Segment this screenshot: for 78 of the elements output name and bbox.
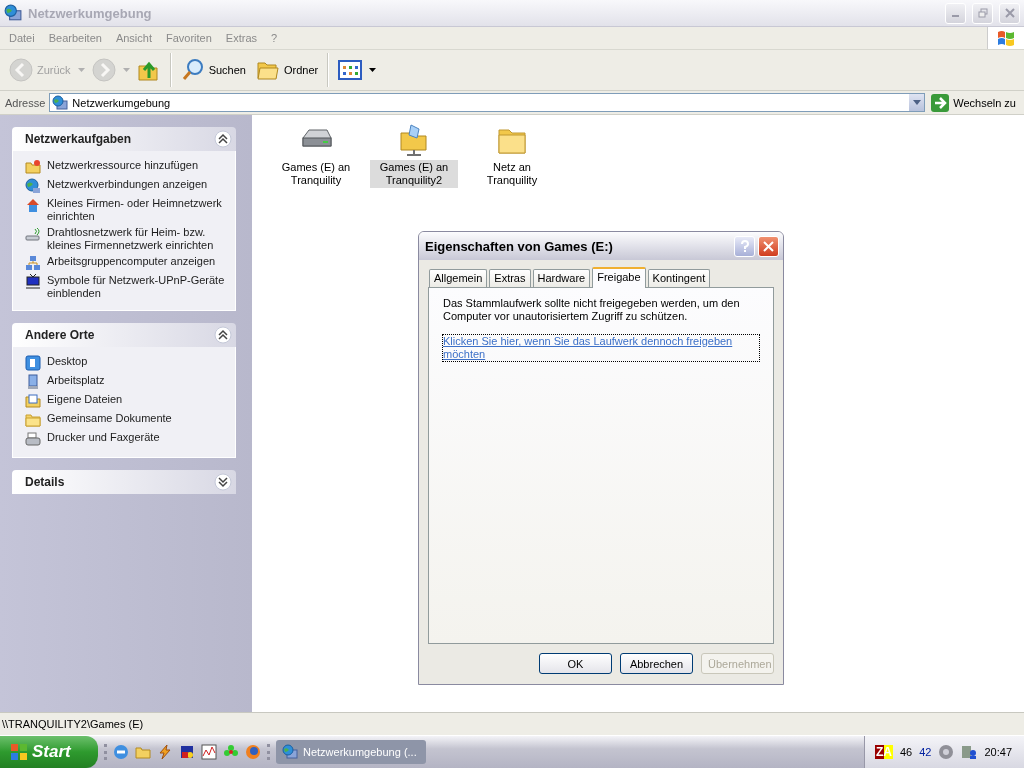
tab[interactable]: Allgemein bbox=[429, 269, 488, 287]
panel-title: Andere Orte bbox=[25, 328, 95, 342]
address-field[interactable]: Netzwerkumgebung bbox=[49, 93, 926, 112]
task-link[interactable]: Arbeitsgruppencomputer anzeigen bbox=[47, 255, 216, 268]
window-title: Netzwerkumgebung bbox=[28, 5, 153, 21]
close-icon bbox=[1004, 8, 1015, 18]
address-label: Adresse bbox=[5, 96, 46, 109]
tab[interactable]: Extras bbox=[489, 269, 531, 287]
desktop-icon bbox=[25, 355, 41, 371]
folder-icon bbox=[25, 159, 41, 175]
folder-icon bbox=[25, 412, 41, 428]
arrow-icon bbox=[931, 93, 950, 112]
help-icon bbox=[739, 239, 750, 253]
collapse-chevron-icon[interactable] bbox=[214, 130, 232, 148]
warning-text: Das Stammlaufwerk sollte nicht freigegeben werden, um den Computer vor unautorisiertem Zugriff zu schützen. bbox=[443, 297, 741, 323]
lightning-icon[interactable] bbox=[157, 744, 173, 760]
task-link[interactable]: Netzwerkverbindungen anzeigen bbox=[47, 178, 208, 191]
minimize-button[interactable] bbox=[945, 2, 966, 24]
close-button[interactable] bbox=[758, 235, 779, 257]
task-link[interactable]: Gemeinsame Dokumente bbox=[47, 412, 172, 425]
collapse-chevron-icon[interactable] bbox=[214, 326, 232, 344]
monitor-icon bbox=[25, 274, 41, 290]
tab[interactable]: Hardware bbox=[532, 269, 591, 287]
task-link[interactable]: Kleines Firmen- oder Heimnetzwerk einrichten bbox=[47, 197, 227, 223]
windows-logo-icon bbox=[10, 743, 28, 761]
dialog-button[interactable]: OK bbox=[539, 653, 612, 674]
expand-chevron-icon[interactable] bbox=[214, 473, 232, 491]
go-button[interactable]: Wechseln zu bbox=[929, 93, 1024, 112]
computer-icon bbox=[25, 374, 41, 390]
speaker-icon[interactable] bbox=[938, 744, 955, 760]
task-link[interactable]: Drucker und Faxgeräte bbox=[47, 431, 160, 444]
dialog-button[interactable]: Abbrechen bbox=[620, 653, 693, 674]
start-button[interactable]: Start bbox=[0, 736, 98, 768]
search-button[interactable]: Suchen bbox=[177, 56, 249, 84]
task-link[interactable]: Symbole für Netzwerk-UPnP-Geräte einblenden bbox=[47, 274, 227, 300]
network-icon bbox=[282, 744, 298, 760]
house-icon bbox=[25, 197, 41, 213]
temperature-reading[interactable]: 46 bbox=[899, 746, 913, 758]
tab[interactable]: Kontingent bbox=[647, 269, 711, 287]
task-link[interactable]: Arbeitsplatz bbox=[47, 374, 105, 387]
network-icon bbox=[52, 94, 69, 111]
panel-title: Details bbox=[25, 475, 65, 489]
flag-logo-icon bbox=[996, 29, 1016, 47]
firewall-badge[interactable]: ZA bbox=[874, 745, 893, 759]
views-icon bbox=[338, 58, 363, 82]
close-icon bbox=[763, 240, 774, 252]
wireless-device-icon bbox=[25, 226, 41, 242]
folders-button[interactable]: Ordner bbox=[252, 56, 322, 84]
dropdown-caret-icon[interactable] bbox=[369, 68, 377, 72]
file-label[interactable]: Games (E) an Tranquility bbox=[272, 160, 360, 188]
dialog-title: Eigenschaften von Games (E:) bbox=[425, 238, 614, 254]
panel-title: Netzwerkaufgaben bbox=[25, 132, 132, 146]
globe-icon bbox=[25, 178, 41, 194]
task-link[interactable]: Netzwerkressource hinzufügen bbox=[47, 159, 199, 172]
network-icon bbox=[25, 255, 41, 271]
task-link[interactable]: Drahtlosnetzwerk für Heim- bzw. kleines Firmennetzwerk einrichten bbox=[47, 226, 227, 252]
task-link[interactable]: Desktop bbox=[47, 355, 88, 368]
close-button[interactable] bbox=[999, 2, 1020, 24]
restore-icon bbox=[977, 8, 988, 18]
help-button[interactable] bbox=[734, 235, 755, 257]
minimize-icon bbox=[952, 15, 959, 17]
game-icon[interactable] bbox=[179, 744, 195, 760]
search-icon bbox=[180, 58, 205, 82]
chart-icon[interactable] bbox=[201, 744, 217, 760]
task-link[interactable]: Eigene Dateien bbox=[47, 393, 123, 406]
globe-icon[interactable] bbox=[245, 744, 261, 760]
printer-icon bbox=[25, 431, 41, 447]
window-icon bbox=[4, 4, 22, 22]
share-link[interactable]: Klicken Sie hier, wenn Sie das Laufwerk dennoch freigeben möchten bbox=[443, 335, 759, 361]
documents-icon bbox=[25, 393, 41, 409]
restore-button[interactable] bbox=[972, 2, 993, 24]
status-text: \\TRANQUILITY2\Games (E) bbox=[2, 718, 144, 730]
network-user-icon[interactable] bbox=[961, 744, 978, 760]
clock: 20:47 bbox=[984, 746, 1012, 758]
file-label[interactable]: Netz an Tranquility bbox=[468, 160, 556, 188]
temperature-reading[interactable]: 42 bbox=[919, 746, 932, 758]
tab[interactable]: Freigabe bbox=[592, 267, 646, 288]
file-label[interactable]: Games (E) an Tranquility2 bbox=[370, 160, 458, 188]
